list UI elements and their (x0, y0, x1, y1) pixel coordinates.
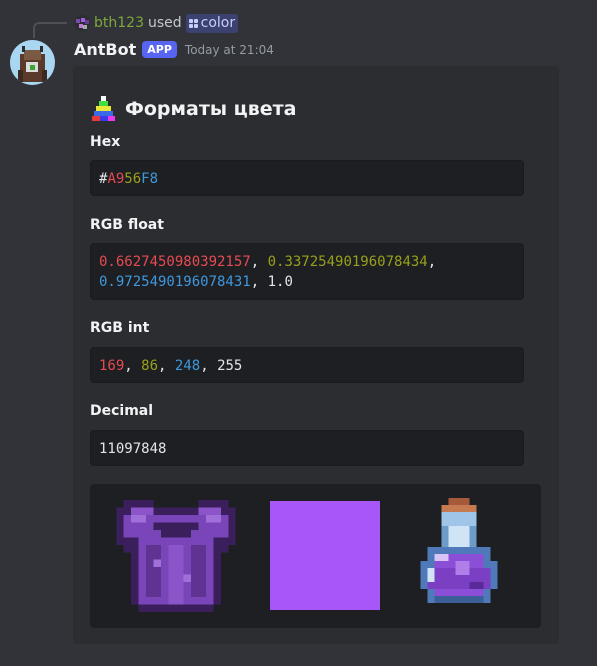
chestplate-icon (116, 500, 236, 612)
rgb-float-a: 1.0 (267, 274, 293, 290)
code-block-hex[interactable]: #A956F8 (90, 160, 524, 196)
color-swatch (270, 501, 380, 610)
code-block-rgb-float[interactable]: 0.6627450980392157, 0.33725490196078434,… (90, 243, 524, 300)
color-embed: Форматы цвета Hex #A956F8 RGB float 0.66… (73, 66, 559, 644)
reply-username[interactable]: bth123 (94, 15, 144, 31)
bot-avatar[interactable] (10, 40, 55, 85)
slash-command-icon (188, 18, 198, 28)
palette-icon (90, 96, 117, 122)
embed-title: Форматы цвета (90, 96, 296, 122)
code-block-decimal[interactable]: 11097848 (90, 430, 524, 466)
reply-user-avatar[interactable] (74, 15, 90, 31)
hex-g: 56 (124, 171, 142, 187)
hex-r: A9 (107, 171, 125, 187)
code-block-rgb-int[interactable]: 169, 86, 248, 255 (90, 347, 524, 383)
field-name-decimal: Decimal (90, 403, 154, 419)
rgb-int-g: 86 (141, 358, 159, 374)
rgb-float-sep-3: , (250, 274, 260, 290)
field-name-hex: Hex (90, 134, 121, 150)
bot-username[interactable]: AntBot (74, 40, 136, 59)
field-name-rgb-int: RGB int (90, 320, 150, 336)
embed-title-text: Форматы цвета (125, 98, 297, 120)
rgb-int-sep-1: , (124, 358, 133, 374)
reply-used-text: used (147, 15, 182, 31)
message-timestamp[interactable]: Today at 21:04 (185, 43, 274, 57)
potion-icon (420, 498, 498, 603)
rgb-float-r: 0.6627450980392157 (99, 254, 251, 270)
rgb-int-a: 255 (217, 358, 243, 374)
rgb-float-sep-1: , (250, 254, 260, 270)
rgb-int-r: 169 (99, 358, 125, 374)
command-mention[interactable]: color (185, 13, 239, 33)
rgb-int-sep-2: , (158, 358, 167, 374)
hex-b: F8 (141, 171, 159, 187)
reply-connector (33, 22, 67, 38)
field-name-rgb-float: RGB float (90, 217, 164, 233)
command-name: color (200, 15, 236, 31)
app-badge: APP (142, 41, 177, 58)
decimal-value: 11097848 (99, 441, 167, 457)
rgb-int-b: 248 (174, 358, 201, 374)
rgb-float-sep-2: , (427, 254, 437, 270)
rgb-int-sep-3: , (200, 358, 209, 374)
message-header: AntBot APP Today at 21:04 (74, 40, 274, 59)
command-reply-header: bth123 used color (74, 13, 239, 33)
embed-image[interactable] (90, 484, 541, 628)
rgb-float-b: 0.9725490196078431 (99, 274, 251, 290)
rgb-float-g: 0.33725490196078434 (267, 254, 428, 270)
